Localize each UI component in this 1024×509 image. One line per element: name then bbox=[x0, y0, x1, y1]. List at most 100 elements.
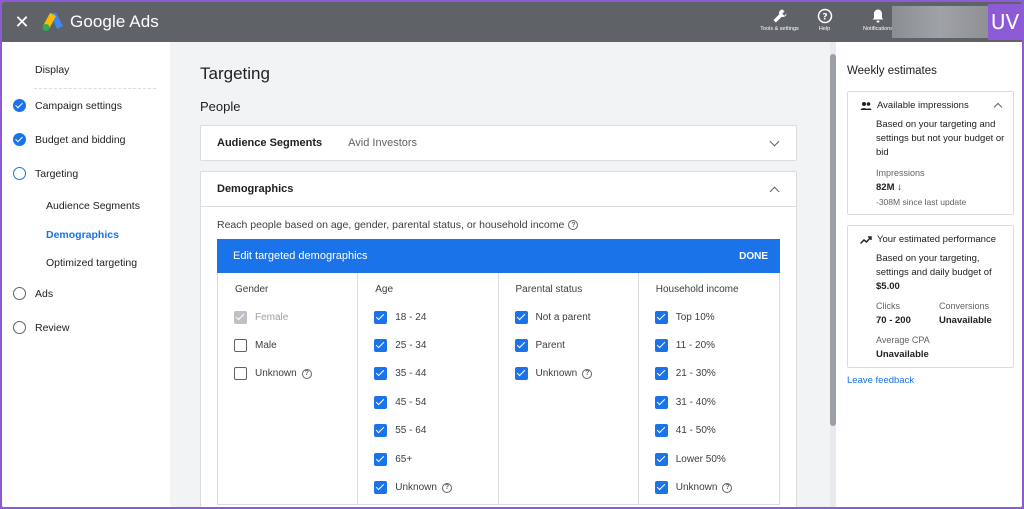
option-label: 45 - 54 bbox=[395, 397, 427, 408]
help-icon[interactable]: ? bbox=[301, 368, 312, 379]
step-circle-icon bbox=[13, 287, 26, 300]
page-title: Targeting bbox=[200, 64, 270, 83]
help-icon[interactable]: ? bbox=[441, 482, 452, 493]
nav-item-review[interactable]: Review bbox=[2, 321, 170, 334]
option-label: 21 - 30% bbox=[675, 368, 716, 379]
option-label: 55 - 64 bbox=[395, 425, 427, 436]
checkbox-checked-icon[interactable] bbox=[654, 339, 668, 352]
leave-feedback-link[interactable]: Leave feedback bbox=[847, 375, 914, 386]
trending-up-icon bbox=[860, 235, 872, 244]
nav-item-campaign-settings[interactable]: Campaign settings bbox=[2, 99, 170, 112]
cpa-label: Average CPA bbox=[876, 335, 930, 345]
performance-budget: $5.00 bbox=[876, 281, 900, 292]
nav-sub-optimized-targeting[interactable]: Optimized targeting bbox=[46, 257, 137, 269]
checkbox-checked-icon[interactable] bbox=[374, 367, 388, 380]
nav-item-label: Budget and bidding bbox=[35, 133, 126, 146]
checkbox-option[interactable]: 35 - 44 bbox=[374, 367, 426, 380]
checkbox-option[interactable]: 65+ bbox=[374, 453, 412, 466]
help-icon[interactable]: ? bbox=[568, 220, 579, 230]
column-header: Age bbox=[375, 284, 394, 295]
checkbox-checked-icon[interactable] bbox=[514, 367, 528, 380]
google-ads-logo-icon bbox=[42, 13, 63, 31]
checkbox-option[interactable]: 21 - 30% bbox=[654, 367, 716, 380]
account-area[interactable] bbox=[892, 6, 988, 38]
checkbox-checked-icon[interactable] bbox=[514, 311, 528, 324]
checkbox-option[interactable]: 11 - 20% bbox=[654, 339, 715, 352]
option-label: Unknown bbox=[395, 482, 437, 493]
checkbox-checked-icon[interactable] bbox=[654, 311, 668, 324]
impressions-metric-label: Impressions bbox=[876, 168, 925, 178]
impressions-header[interactable]: Available impressions bbox=[860, 100, 969, 111]
help-button[interactable]: ? Help bbox=[802, 2, 847, 42]
checkbox-checked-icon[interactable] bbox=[374, 424, 388, 437]
checkbox-option[interactable]: 25 - 34 bbox=[374, 339, 426, 352]
performance-label: Your estimated performance bbox=[877, 234, 996, 245]
checkbox-checked-icon[interactable] bbox=[374, 396, 388, 409]
help-icon[interactable]: ? bbox=[582, 368, 593, 379]
checkbox-checked-icon[interactable] bbox=[374, 453, 388, 466]
uv-badge: UV bbox=[988, 4, 1022, 40]
age-column: Age 18 - 24 25 - 34 35 - 44 45 - 54 55 -… bbox=[358, 273, 499, 504]
checkbox-checked-icon[interactable] bbox=[654, 424, 668, 437]
demographics-header[interactable]: Demographics bbox=[201, 172, 796, 206]
app-window: ✕ Google Ads Tools & settings ? Help Not… bbox=[2, 2, 1022, 507]
parental-status-column: Parental status Not a parent Parent Unkn… bbox=[499, 273, 639, 504]
top-actions: Tools & settings ? Help Notifications bbox=[757, 2, 903, 42]
cpa-value: Unavailable bbox=[876, 349, 929, 360]
checkbox-option[interactable]: Unknown ? bbox=[234, 367, 312, 380]
help-icon[interactable]: ? bbox=[722, 482, 733, 493]
checkbox-unchecked-icon[interactable] bbox=[234, 339, 247, 352]
checkbox-option[interactable]: 31 - 40% bbox=[654, 396, 716, 409]
checkbox-option[interactable]: Lower 50% bbox=[654, 453, 726, 466]
checkbox-checked-icon[interactable] bbox=[514, 339, 528, 352]
demographics-description: Reach people based on age, gender, paren… bbox=[217, 219, 579, 231]
tools-settings-button[interactable]: Tools & settings bbox=[757, 2, 802, 42]
tools-settings-label: Tools & settings bbox=[760, 26, 799, 32]
nav-item-ads[interactable]: Ads bbox=[2, 287, 170, 300]
checkbox-option[interactable]: Not a parent bbox=[514, 311, 591, 324]
done-button[interactable]: DONE bbox=[739, 251, 768, 262]
checkbox-checked-icon[interactable] bbox=[654, 453, 668, 466]
column-header: Household income bbox=[655, 284, 739, 295]
checkbox-checked-icon[interactable] bbox=[374, 311, 388, 324]
checkbox-checked-icon[interactable] bbox=[654, 396, 668, 409]
nav-sub-audience-segments[interactable]: Audience Segments bbox=[46, 200, 140, 212]
checkbox-option[interactable]: Unknown ? bbox=[514, 367, 593, 380]
check-circle-icon bbox=[13, 133, 26, 146]
current-step-icon bbox=[13, 167, 26, 180]
checkbox-option[interactable]: Parent bbox=[514, 339, 565, 352]
option-label: 65+ bbox=[395, 454, 413, 465]
nav-item-targeting[interactable]: Targeting bbox=[2, 167, 170, 180]
option-label: Female bbox=[255, 312, 289, 323]
chevron-up-icon[interactable] bbox=[993, 102, 1003, 112]
checkbox-option[interactable]: 41 - 50% bbox=[654, 424, 716, 437]
checkbox-checked-icon[interactable] bbox=[654, 481, 668, 494]
checkbox-option[interactable]: Top 10% bbox=[654, 311, 715, 324]
checkbox-checked-icon[interactable] bbox=[654, 367, 668, 380]
nav-item-label: Campaign settings bbox=[35, 99, 122, 112]
checkbox-option[interactable]: 18 - 24 bbox=[374, 311, 426, 324]
edit-demographics-label: Edit targeted demographics bbox=[233, 250, 368, 262]
nav-item-label: Ads bbox=[35, 287, 54, 300]
checkbox-option[interactable]: Unknown ? bbox=[654, 481, 733, 494]
checkbox-checked-icon[interactable] bbox=[374, 481, 388, 494]
weekly-estimates-panel: Weekly estimates Available impressions B… bbox=[836, 42, 1022, 507]
option-label: Male bbox=[255, 340, 277, 351]
nav-item-display[interactable]: Display bbox=[2, 64, 170, 76]
nav-item-label: Targeting bbox=[35, 167, 79, 180]
column-header: Parental status bbox=[515, 284, 583, 295]
checkbox-option[interactable]: Unknown ? bbox=[374, 481, 452, 494]
demographics-card: Demographics Reach people based on age, … bbox=[200, 171, 797, 507]
checkbox-unchecked-icon[interactable] bbox=[234, 367, 247, 380]
audience-segments-card[interactable]: Audience Segments Avid Investors bbox=[200, 125, 797, 161]
close-icon[interactable]: ✕ bbox=[2, 2, 42, 42]
checkbox-checked-icon[interactable] bbox=[374, 339, 388, 352]
option-label: 25 - 34 bbox=[395, 340, 427, 351]
nav-item-budget-bidding[interactable]: Budget and bidding bbox=[2, 133, 170, 146]
nav-sub-demographics[interactable]: Demographics bbox=[46, 229, 119, 241]
section-title: People bbox=[200, 99, 241, 114]
checkbox-option[interactable]: Male bbox=[234, 339, 277, 352]
checkbox-option[interactable]: 45 - 54 bbox=[374, 396, 426, 409]
main-content: Targeting People Audience Segments Avid … bbox=[170, 42, 830, 507]
checkbox-option[interactable]: 55 - 64 bbox=[374, 424, 426, 437]
